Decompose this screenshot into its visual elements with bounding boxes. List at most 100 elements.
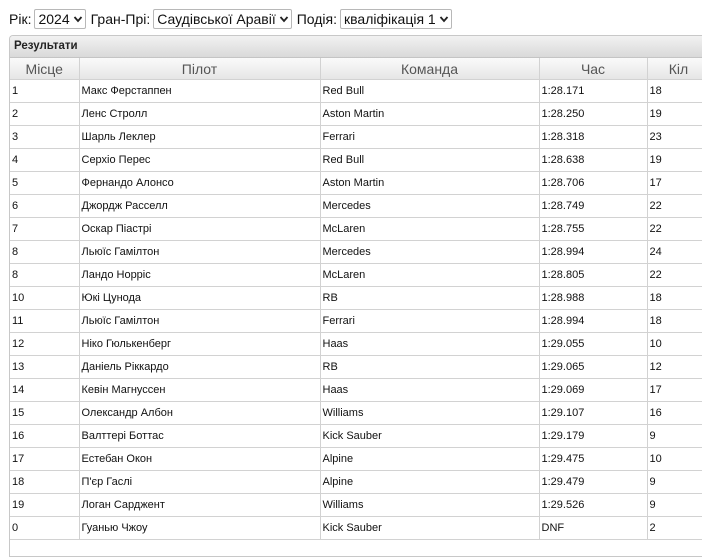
cell-driver: Шарль Леклер bbox=[78, 125, 321, 149]
cell-time: 1:28.749 bbox=[538, 194, 648, 218]
table-row: 1 Макс Ферстаппен Red Bull 1:28.171 18 bbox=[10, 79, 702, 103]
cell-team: Haas bbox=[319, 332, 540, 356]
cell-time: 1:28.988 bbox=[538, 286, 648, 310]
cell-laps: 24 bbox=[646, 240, 702, 264]
cell-place: 10 bbox=[10, 286, 80, 310]
cell-place: 4 bbox=[10, 148, 80, 172]
cell-driver: Олександр Албон bbox=[78, 401, 321, 425]
cell-driver: Макс Ферстаппен bbox=[78, 79, 321, 103]
cell-team: RB bbox=[319, 355, 540, 379]
cell-place: 12 bbox=[10, 332, 80, 356]
chevron-down-icon bbox=[279, 16, 288, 23]
chevron-down-icon bbox=[73, 16, 82, 23]
cell-laps: 10 bbox=[646, 332, 702, 356]
table-row: 8 Ландо Норріс McLaren 1:28.805 22 bbox=[10, 263, 702, 287]
table-row: 6 Джордж Расселл Mercedes 1:28.749 22 bbox=[10, 194, 702, 218]
column-header-time[interactable]: Час bbox=[538, 58, 648, 80]
cell-team: Williams bbox=[319, 401, 540, 425]
column-header-team[interactable]: Команда bbox=[319, 58, 540, 80]
cell-driver: Даніель Ріккардо bbox=[78, 355, 321, 379]
cell-place: 0 bbox=[10, 516, 80, 540]
table-row: 16 Валттері Боттас Kick Sauber 1:29.179 9 bbox=[10, 424, 702, 448]
cell-laps: 12 bbox=[646, 355, 702, 379]
cell-place: 3 bbox=[10, 125, 80, 149]
grand-prix-select[interactable]: Саудівської Аравії bbox=[153, 9, 292, 29]
cell-place: 5 bbox=[10, 171, 80, 195]
year-select-value: 2024 bbox=[38, 11, 70, 27]
cell-laps: 22 bbox=[646, 263, 702, 287]
table-row: 5 Фернандо Алонсо Aston Martin 1:28.706 17 bbox=[10, 171, 702, 195]
cell-laps: 16 bbox=[646, 401, 702, 425]
grand-prix-label: Гран-Прі: bbox=[90, 11, 151, 27]
cell-time: 1:28.250 bbox=[538, 102, 648, 126]
cell-place: 14 bbox=[10, 378, 80, 402]
cell-driver: П'єр Гаслі bbox=[78, 470, 321, 494]
cell-driver: Гуанью Чжоу bbox=[78, 516, 321, 540]
cell-team: Aston Martin bbox=[319, 102, 540, 126]
cell-time: 1:28.706 bbox=[538, 171, 648, 195]
column-header-laps[interactable]: Кіл bbox=[646, 58, 702, 80]
cell-time: DNF bbox=[538, 516, 648, 540]
cell-laps: 19 bbox=[646, 102, 702, 126]
cell-laps: 19 bbox=[646, 148, 702, 172]
cell-place: 13 bbox=[10, 355, 80, 379]
results-table: Місце Пілот Команда Час Кіл 1 Макс Ферста… bbox=[10, 58, 702, 540]
cell-team: Haas bbox=[319, 378, 540, 402]
cell-driver: Естебан Окон bbox=[78, 447, 321, 471]
results-panel-title: Результати bbox=[10, 36, 702, 58]
cell-laps: 2 bbox=[646, 516, 702, 540]
year-select[interactable]: 2024 bbox=[34, 9, 86, 29]
column-header-driver[interactable]: Пілот bbox=[78, 58, 321, 80]
table-row: 12 Ніко Гюлькенберг Haas 1:29.055 10 bbox=[10, 332, 702, 356]
cell-team: Williams bbox=[319, 493, 540, 517]
cell-time: 1:28.755 bbox=[538, 217, 648, 241]
filter-bar: Рік: 2024 Гран-Прі: Саудівської Аравії П… bbox=[9, 9, 457, 29]
table-row: 0 Гуанью Чжоу Kick Sauber DNF 2 bbox=[10, 516, 702, 540]
cell-laps: 9 bbox=[646, 424, 702, 448]
cell-driver: Логан Сарджент bbox=[78, 493, 321, 517]
cell-team: Red Bull bbox=[319, 79, 540, 103]
cell-laps: 18 bbox=[646, 79, 702, 103]
cell-team: McLaren bbox=[319, 263, 540, 287]
cell-team: Kick Sauber bbox=[319, 516, 540, 540]
year-label: Рік: bbox=[9, 11, 32, 27]
grand-prix-select-value: Саудівської Аравії bbox=[157, 11, 276, 27]
cell-place: 1 bbox=[10, 79, 80, 103]
cell-place: 6 bbox=[10, 194, 80, 218]
cell-time: 1:28.994 bbox=[538, 309, 648, 333]
cell-laps: 9 bbox=[646, 470, 702, 494]
cell-team: Mercedes bbox=[319, 194, 540, 218]
cell-place: 17 bbox=[10, 447, 80, 471]
cell-laps: 23 bbox=[646, 125, 702, 149]
cell-time: 1:29.055 bbox=[538, 332, 648, 356]
table-row: 15 Олександр Албон Williams 1:29.107 16 bbox=[10, 401, 702, 425]
table-row: 2 Ленс Стролл Aston Martin 1:28.250 19 bbox=[10, 102, 702, 126]
cell-place: 15 bbox=[10, 401, 80, 425]
cell-laps: 22 bbox=[646, 217, 702, 241]
cell-team: Red Bull bbox=[319, 148, 540, 172]
cell-time: 1:28.805 bbox=[538, 263, 648, 287]
cell-time: 1:29.065 bbox=[538, 355, 648, 379]
cell-team: Ferrari bbox=[319, 309, 540, 333]
cell-time: 1:29.475 bbox=[538, 447, 648, 471]
cell-driver: Серхіо Перес bbox=[78, 148, 321, 172]
table-row: 10 Юкі Цунода RB 1:28.988 18 bbox=[10, 286, 702, 310]
chevron-down-icon bbox=[439, 16, 448, 23]
cell-time: 1:29.479 bbox=[538, 470, 648, 494]
cell-time: 1:28.318 bbox=[538, 125, 648, 149]
cell-laps: 9 bbox=[646, 493, 702, 517]
event-select[interactable]: кваліфікація 1 bbox=[340, 9, 452, 29]
cell-laps: 22 bbox=[646, 194, 702, 218]
cell-place: 19 bbox=[10, 493, 80, 517]
cell-time: 1:28.994 bbox=[538, 240, 648, 264]
cell-laps: 18 bbox=[646, 286, 702, 310]
table-row: 3 Шарль Леклер Ferrari 1:28.318 23 bbox=[10, 125, 702, 149]
cell-laps: 17 bbox=[646, 378, 702, 402]
cell-driver: Льюїс Гамілтон bbox=[78, 309, 321, 333]
cell-time: 1:29.069 bbox=[538, 378, 648, 402]
cell-time: 1:29.179 bbox=[538, 424, 648, 448]
column-header-place[interactable]: Місце bbox=[10, 58, 80, 80]
cell-place: 8 bbox=[10, 240, 80, 264]
cell-laps: 18 bbox=[646, 309, 702, 333]
results-table-body: 1 Макс Ферстаппен Red Bull 1:28.171 18 2 Ленс … bbox=[10, 79, 702, 540]
